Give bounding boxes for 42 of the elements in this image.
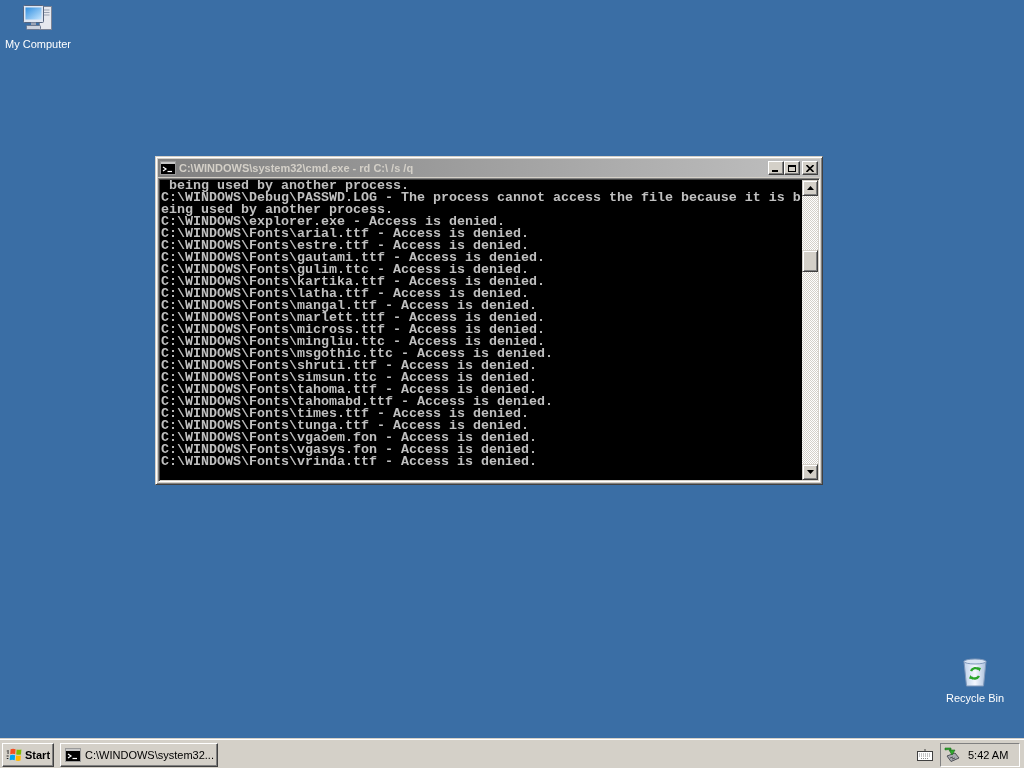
start-button[interactable]: Start xyxy=(2,742,54,767)
console-line: C:\WINDOWS\Fonts\mingliu.ttc - Access is denied. xyxy=(161,336,545,348)
terminal-icon xyxy=(65,747,81,762)
window-title: C:\WINDOWS\system32\cmd.exe - rd C:\ /s /q xyxy=(179,161,415,175)
windows-flag-icon xyxy=(6,746,22,763)
console-line: C:\WINDOWS\Fonts\vgasys.fon - Access is denied. xyxy=(161,444,537,456)
console-line: C:\WINDOWS\Fonts\arial.ttf - Access is denied. xyxy=(161,228,529,240)
terminal-icon xyxy=(160,161,176,175)
scroll-down-button[interactable] xyxy=(802,464,818,480)
console-line: C:\WINDOWS\Fonts\tahoma.ttf - Access is denied. xyxy=(161,384,537,396)
console-line: C:\WINDOWS\Fonts\msgothic.ttc - Access is denied. xyxy=(161,348,553,360)
console-line: C:\WINDOWS\Fonts\marlett.ttf - Access is denied. xyxy=(161,312,545,324)
console-line: C:\WINDOWS\Fonts\tahomabd.ttf - Access is denied. xyxy=(161,396,553,408)
console-line: C:\WINDOWS\Debug\PASSWD.LOG - The process cannot access the file because it is b xyxy=(161,192,801,204)
clock[interactable]: 5:42 AM xyxy=(968,748,1009,761)
icon-label[interactable]: My Computer xyxy=(5,38,71,51)
device-arrow-icon[interactable] xyxy=(944,746,960,763)
console-line: being used by another process. xyxy=(169,180,409,192)
console-line: C:\WINDOWS\Fonts\tunga.ttf - Access is denied. xyxy=(161,420,529,432)
scroll-up-button[interactable] xyxy=(802,180,818,196)
console-line: C:\WINDOWS\Fonts\vrinda.ttf - Access is denied. xyxy=(161,456,537,468)
console-line: C:\WINDOWS\Fonts\simsun.ttc - Access is denied. xyxy=(161,372,537,384)
taskbar-button[interactable]: C:\WINDOWS\system32... xyxy=(60,742,218,767)
console-line: C:\WINDOWS\Fonts\latha.ttf - Access is denied. xyxy=(161,288,529,300)
console-line: C:\WINDOWS\Fonts\shruti.ttf - Access is denied. xyxy=(161,360,537,372)
console-line: C:\WINDOWS\Fonts\kartika.ttf - Access is denied. xyxy=(161,276,545,288)
down-arrow-icon xyxy=(806,470,814,474)
console-line: C:\WINDOWS\Fonts\times.ttf - Access is denied. xyxy=(161,408,529,420)
console-line: C:\WINDOWS\Fonts\estre.ttf - Access is denied. xyxy=(161,240,529,252)
scrollbar-thumb[interactable] xyxy=(802,250,818,272)
console-line: C:\WINDOWS\Fonts\gautami.ttf - Access is denied. xyxy=(161,252,545,264)
up-arrow-icon xyxy=(806,186,814,190)
console-line: C:\WINDOWS\Fonts\micross.ttf - Access is denied. xyxy=(161,324,545,336)
maximize-icon xyxy=(788,164,796,172)
console-line: C:\WINDOWS\explorer.exe - Access is denied. xyxy=(161,216,505,228)
console-line: C:\WINDOWS\Fonts\mangal.ttf - Access is denied. xyxy=(161,300,537,312)
console-line: eing used by another process. xyxy=(161,204,393,216)
icon-label[interactable]: Recycle Bin xyxy=(945,692,1005,705)
close-icon xyxy=(806,164,814,172)
console-line: C:\WINDOWS\Fonts\gulim.ttc - Access is denied. xyxy=(161,264,529,276)
keyboard-icon[interactable] xyxy=(917,748,933,761)
console-line: C:\WINDOWS\Fonts\vgaoem.fon - Access is denied. xyxy=(161,432,537,444)
